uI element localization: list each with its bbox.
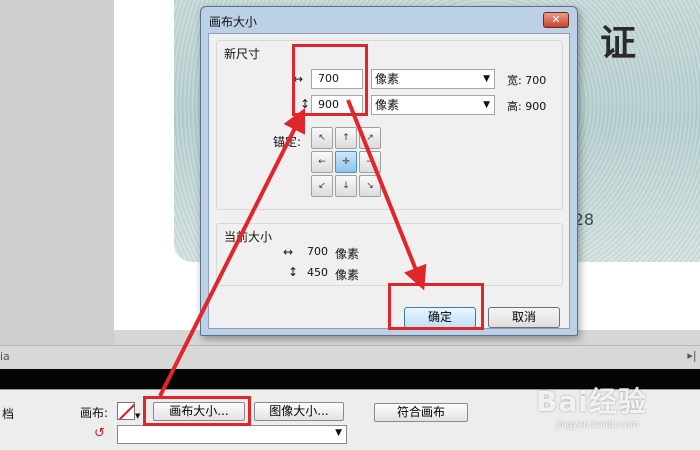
- current-height-value: 450: [307, 266, 328, 279]
- watermark-url: jingyan.baidu.com: [556, 420, 640, 430]
- rotate-icon[interactable]: ↺: [94, 426, 105, 441]
- watermark-logo: Bai经验: [536, 385, 647, 418]
- current-width-value: 700: [307, 245, 328, 258]
- canvas-dropdown[interactable]: ▼: [117, 425, 347, 444]
- current-size-title: 当前大小: [224, 230, 273, 244]
- anchor-middle-left[interactable]: ←: [311, 151, 333, 173]
- anchor-top-center[interactable]: ↑: [335, 127, 357, 149]
- document-label: 档: [2, 407, 15, 421]
- width-unit-select[interactable]: 像素 ▼: [371, 69, 495, 89]
- anchor-bottom-left[interactable]: ↙: [311, 175, 333, 197]
- dialog-title: 画布大小: [209, 15, 258, 29]
- scroll-end-icon[interactable]: ▸|: [686, 349, 698, 363]
- chevron-down-icon: ▼: [483, 100, 490, 110]
- scroll-left-label: ia: [0, 350, 10, 363]
- anchor-bottom-center[interactable]: ↓: [335, 175, 357, 197]
- chevron-down-icon: ▼: [483, 74, 490, 84]
- chevron-down-icon: ▼: [335, 428, 342, 438]
- anchor-middle-right[interactable]: →: [359, 151, 381, 173]
- workspace-left-margin: [0, 0, 114, 345]
- anchor-grid: ↖ ↑ ↗ ← ✛ → ↙ ↓ ↘: [311, 127, 381, 197]
- highlight-canvas-size-button: [143, 396, 251, 426]
- current-height-unit: 像素: [335, 268, 360, 282]
- height-arrow-icon: ↕: [288, 265, 299, 279]
- anchor-center[interactable]: ✛: [335, 151, 357, 173]
- canvas-label: 画布:: [80, 406, 109, 420]
- close-icon[interactable]: ✕: [543, 12, 569, 28]
- highlight-size-inputs: [292, 44, 368, 116]
- height-unit-select[interactable]: 像素 ▼: [371, 95, 495, 115]
- width-unit-value: 像素: [375, 72, 400, 86]
- anchor-bottom-right[interactable]: ↘: [359, 175, 381, 197]
- card-character: 证: [599, 22, 636, 64]
- cancel-button[interactable]: 取消: [488, 307, 560, 328]
- dialog-titlebar[interactable]: 画布大小 ✕: [201, 7, 577, 33]
- height-unit-value: 像素: [375, 98, 400, 112]
- new-size-title: 新尺寸: [224, 47, 261, 61]
- height-result: 高: 900: [507, 100, 547, 113]
- chevron-down-icon[interactable]: ▼: [135, 412, 140, 420]
- anchor-top-right[interactable]: ↗: [359, 127, 381, 149]
- width-result: 宽: 700: [507, 74, 547, 87]
- new-size-group: 新尺寸 ↔ 700 像素 ▼ 宽: 700 ↕ 900 像素 ▼ 高: 900 …: [216, 40, 563, 210]
- highlight-ok-button: [388, 283, 484, 330]
- width-arrow-icon: ↔: [283, 245, 294, 259]
- canvas-color-swatch[interactable]: [117, 402, 135, 420]
- anchor-label: 锚定:: [273, 135, 302, 149]
- anchor-top-left[interactable]: ↖: [311, 127, 333, 149]
- horizontal-scrollbar[interactable]: ia ▸|: [0, 345, 700, 368]
- current-size-group: 当前大小 ↔ 700 像素 ↕ 450 像素: [216, 223, 563, 286]
- current-width-unit: 像素: [335, 247, 360, 261]
- fit-canvas-button[interactable]: 符合画布: [374, 403, 468, 422]
- image-size-button[interactable]: 图像大小...: [254, 402, 344, 421]
